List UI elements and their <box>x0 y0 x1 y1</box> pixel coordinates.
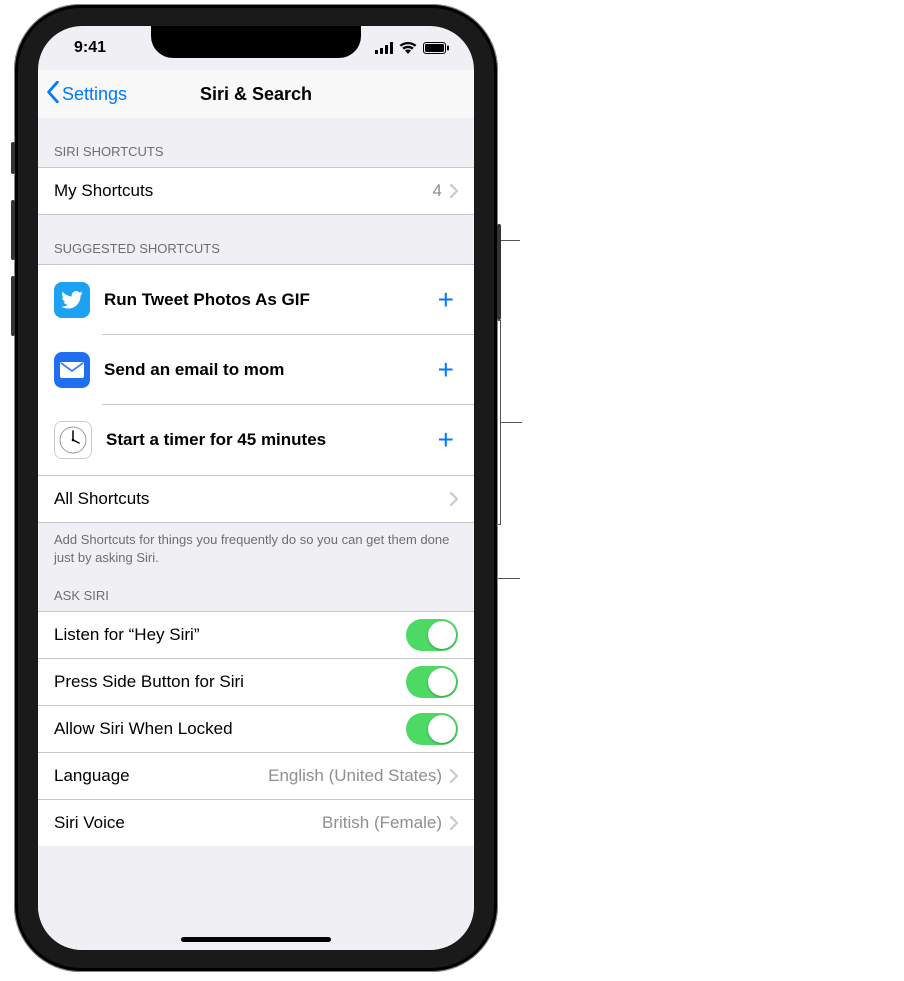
chevron-right-icon <box>450 769 458 783</box>
battery-icon <box>423 42 450 54</box>
section-header-suggested: SUGGESTED SHORTCUTS <box>38 215 474 264</box>
suggested-section-footer: Add Shortcuts for things you frequently … <box>38 523 474 570</box>
mute-switch <box>11 142 15 174</box>
chevron-right-icon <box>450 492 458 506</box>
chevron-left-icon <box>46 81 62 108</box>
siri-voice-value: British (Female) <box>322 813 442 833</box>
my-shortcuts-count: 4 <box>433 181 442 201</box>
press-side-button-label: Press Side Button for Siri <box>54 672 406 692</box>
mail-app-icon <box>54 352 90 388</box>
back-button-label: Settings <box>62 84 127 105</box>
home-indicator[interactable] <box>181 937 331 942</box>
allow-when-locked-label: Allow Siri When Locked <box>54 719 406 739</box>
language-row[interactable]: Language English (United States) <box>38 753 474 800</box>
hey-siri-row: Listen for “Hey Siri” <box>38 611 474 659</box>
language-value: English (United States) <box>268 766 442 786</box>
language-label: Language <box>54 766 268 786</box>
all-shortcuts-row[interactable]: All Shortcuts <box>38 476 474 523</box>
chevron-right-icon <box>450 816 458 830</box>
allow-when-locked-toggle[interactable] <box>406 713 458 745</box>
all-shortcuts-label: All Shortcuts <box>54 489 450 509</box>
twitter-app-icon <box>54 282 90 318</box>
press-side-button-row: Press Side Button for Siri <box>38 659 474 706</box>
wifi-icon <box>399 42 417 54</box>
suggested-shortcut-label: Send an email to mom <box>104 360 434 380</box>
side-button <box>497 224 501 320</box>
add-shortcut-button[interactable]: + <box>434 426 458 454</box>
screen: 9:41 <box>38 26 474 950</box>
clock-app-icon <box>54 421 92 459</box>
back-button[interactable]: Settings <box>46 81 127 108</box>
navigation-bar: Settings Siri & Search <box>38 70 474 119</box>
status-time: 9:41 <box>62 39 106 57</box>
iphone-device-frame: 9:41 <box>14 4 498 972</box>
suggested-shortcut-row[interactable]: Start a timer for 45 minutes + <box>38 405 474 476</box>
settings-content: SIRI SHORTCUTS My Shortcuts 4 SUGGESTED … <box>38 118 474 950</box>
add-shortcut-button[interactable]: + <box>434 356 458 384</box>
suggested-shortcut-row[interactable]: Send an email to mom + <box>38 335 474 405</box>
hey-siri-toggle[interactable] <box>406 619 458 651</box>
allow-when-locked-row: Allow Siri When Locked <box>38 706 474 753</box>
siri-voice-row[interactable]: Siri Voice British (Female) <box>38 800 474 846</box>
cellular-icon <box>375 42 393 54</box>
suggested-shortcut-row[interactable]: Run Tweet Photos As GIF + <box>38 264 474 335</box>
chevron-right-icon <box>450 184 458 198</box>
press-side-button-toggle[interactable] <box>406 666 458 698</box>
add-shortcut-button[interactable]: + <box>434 286 458 314</box>
volume-up-button <box>11 200 15 260</box>
notch <box>151 26 361 58</box>
section-header-ask-siri: ASK SIRI <box>38 570 474 611</box>
siri-voice-label: Siri Voice <box>54 813 322 833</box>
my-shortcuts-row[interactable]: My Shortcuts 4 <box>38 167 474 215</box>
suggested-shortcut-label: Start a timer for 45 minutes <box>106 430 434 450</box>
section-header-siri-shortcuts: SIRI SHORTCUTS <box>38 118 474 167</box>
suggested-shortcut-label: Run Tweet Photos As GIF <box>104 290 434 310</box>
my-shortcuts-label: My Shortcuts <box>54 181 433 201</box>
callout-line <box>500 422 522 423</box>
volume-down-button <box>11 276 15 336</box>
hey-siri-label: Listen for “Hey Siri” <box>54 625 406 645</box>
